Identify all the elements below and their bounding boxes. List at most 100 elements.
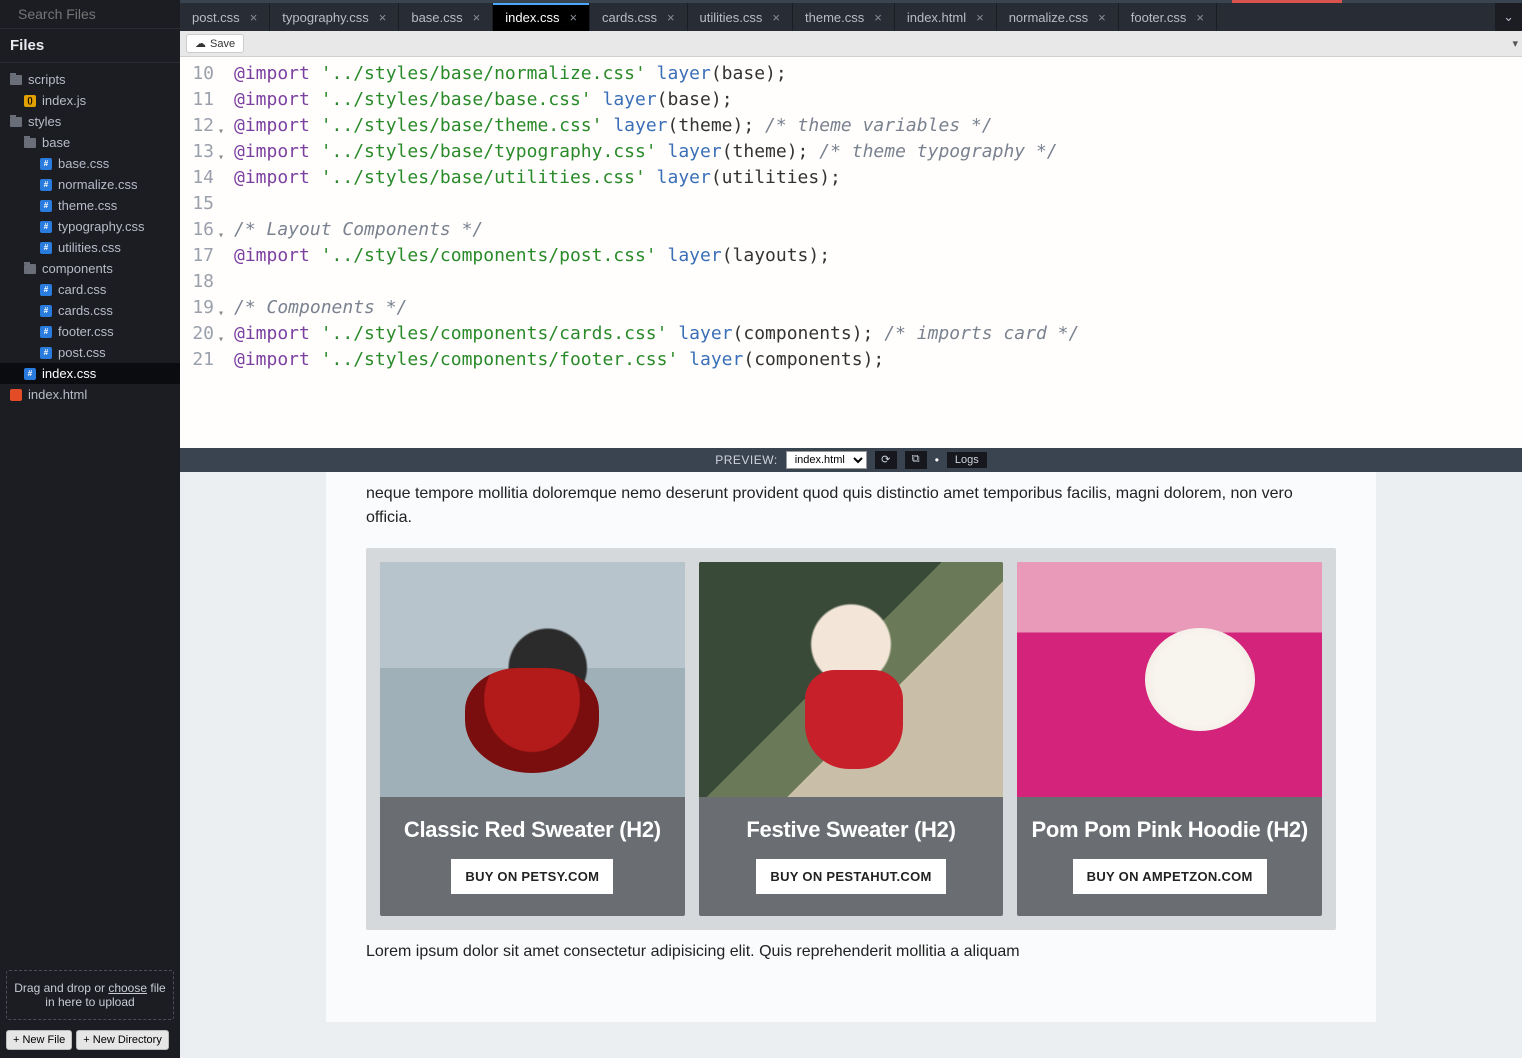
code-line[interactable]: @import '../styles/base/base.css' layer(… [234, 87, 1522, 113]
editor-tab[interactable]: post.css× [180, 3, 270, 31]
card-body: Pom Pom Pink Hoodie (H2)BUY ON AMPETZON.… [1017, 797, 1322, 916]
file-item[interactable]: #theme.css [0, 195, 180, 216]
cloud-icon: ☁ [195, 37, 206, 50]
card-body: Festive Sweater (H2)BUY ON PESTAHUT.COM [699, 797, 1004, 916]
toolbar-dropdown-icon[interactable]: ▾ [1512, 37, 1518, 50]
open-external-button[interactable]: ⧉ [905, 451, 927, 469]
file-item[interactable]: #cards.css [0, 300, 180, 321]
preview-file-select[interactable]: index.html [786, 451, 867, 469]
editor-tab[interactable]: index.html× [895, 3, 997, 31]
choose-file-link[interactable]: choose [108, 981, 147, 995]
close-icon[interactable]: × [473, 10, 481, 25]
folder-icon [10, 75, 22, 85]
tree-item-label: theme.css [58, 198, 117, 213]
editor-tab[interactable]: typography.css× [270, 3, 399, 31]
editor-tab[interactable]: normalize.css× [997, 3, 1119, 31]
tree-item-label: typography.css [58, 219, 144, 234]
code-line[interactable]: @import '../styles/base/theme.css' layer… [234, 113, 1522, 139]
buy-button[interactable]: BUY ON PETSY.COM [451, 859, 613, 894]
new-directory-button[interactable]: + New Directory [76, 1030, 169, 1050]
folder-item[interactable]: components [0, 258, 180, 279]
file-type-icon: # [40, 326, 52, 338]
code-line[interactable]: @import '../styles/components/cards.css'… [234, 321, 1522, 347]
line-number: 17 [180, 243, 214, 269]
card-title: Classic Red Sweater (H2) [390, 817, 675, 843]
tabs-overflow-icon[interactable]: ⌄ [1495, 3, 1522, 31]
search-input[interactable] [18, 6, 199, 22]
editor-tab[interactable]: cards.css × [590, 3, 688, 31]
line-number: 19 [180, 295, 214, 321]
file-item[interactable]: #index.css [0, 363, 180, 384]
preview-bar: PREVIEW: index.html ⟳ ⧉ • Logs [180, 448, 1522, 472]
code-editor[interactable]: 101112131415161718192021 @import '../sty… [180, 57, 1522, 448]
new-file-button[interactable]: + New File [6, 1030, 72, 1050]
product-card: Pom Pom Pink Hoodie (H2)BUY ON AMPETZON.… [1017, 562, 1322, 916]
preview-pane[interactable]: neque tempore mollitia doloremque nemo d… [180, 472, 1522, 1058]
close-icon[interactable]: × [1196, 10, 1204, 25]
line-number: 20 [180, 321, 214, 347]
line-number: 12 [180, 113, 214, 139]
search-bar [0, 0, 180, 29]
close-icon[interactable]: × [250, 10, 258, 25]
editor-tab[interactable]: footer.css × [1119, 3, 1217, 31]
file-type-icon: # [40, 242, 52, 254]
editor-tab[interactable]: base.css × [399, 3, 493, 31]
code-line[interactable]: @import '../styles/base/normalize.css' l… [234, 61, 1522, 87]
close-icon[interactable]: × [379, 10, 387, 25]
buy-button[interactable]: BUY ON AMPETZON.COM [1073, 859, 1267, 894]
tab-label: cards.css [602, 10, 657, 25]
preview-content: neque tempore mollitia doloremque nemo d… [326, 472, 1376, 1022]
tree-item-label: card.css [58, 282, 106, 297]
preview-paragraph-top: neque tempore mollitia doloremque nemo d… [366, 472, 1336, 548]
tree-item-label: base.css [58, 156, 109, 171]
close-icon[interactable]: × [569, 10, 577, 25]
code-line[interactable]: @import '../styles/components/post.css' … [234, 243, 1522, 269]
sidebar-bottom-buttons: + New File + New Directory [0, 1026, 180, 1058]
tab-label: utilities.css [700, 10, 763, 25]
folder-item[interactable]: scripts [0, 69, 180, 90]
file-item[interactable]: #utilities.css [0, 237, 180, 258]
dropzone[interactable]: Drag and drop or choose file in here to … [6, 970, 174, 1020]
file-item[interactable]: #post.css [0, 342, 180, 363]
tree-item-label: index.html [28, 387, 87, 402]
save-button[interactable]: ☁ Save [186, 34, 244, 53]
code-content[interactable]: @import '../styles/base/normalize.css' l… [220, 57, 1522, 448]
close-icon[interactable]: × [874, 10, 882, 25]
file-item[interactable]: #footer.css [0, 321, 180, 342]
code-line[interactable] [234, 269, 1522, 295]
file-tree: scripts()index.jsstyles base # base.css #nor… [0, 63, 180, 964]
code-line[interactable]: @import '../styles/components/footer.css… [234, 347, 1522, 373]
tree-item-label: base [42, 135, 70, 150]
code-line[interactable]: @import '../styles/base/utilities.css' l… [234, 165, 1522, 191]
cards-container: Classic Red Sweater (H2) BUY ON PETSY.COM… [366, 548, 1336, 930]
close-icon[interactable]: × [667, 10, 675, 25]
editor-tab[interactable]: index.css× [493, 3, 590, 31]
editor-tab[interactable]: utilities.css × [688, 3, 793, 31]
tab-label: base.css [411, 10, 462, 25]
tab-label: footer.css [1131, 10, 1187, 25]
close-icon[interactable]: × [1098, 10, 1106, 25]
code-line[interactable]: @import '../styles/base/typography.css' … [234, 139, 1522, 165]
folder-item[interactable]: base [0, 132, 180, 153]
refresh-button[interactable]: ⟳ [875, 451, 897, 469]
close-icon[interactable]: × [976, 10, 984, 25]
code-line[interactable] [234, 191, 1522, 217]
line-number: 16 [180, 217, 214, 243]
file-item[interactable]: # typography.css [0, 216, 180, 237]
folder-item[interactable]: styles [0, 111, 180, 132]
editor-tab[interactable]: theme.css× [793, 3, 895, 31]
code-line[interactable]: /* Layout Components */ [234, 217, 1522, 243]
file-item[interactable]: index.html [0, 384, 180, 405]
file-type-icon: # [40, 221, 52, 233]
logs-button[interactable]: Logs [947, 452, 987, 468]
file-item[interactable]: # base.css [0, 153, 180, 174]
code-line[interactable]: /* Components */ [234, 295, 1522, 321]
file-item[interactable]: #card.css [0, 279, 180, 300]
folder-icon [24, 138, 36, 148]
product-card: Festive Sweater (H2)BUY ON PESTAHUT.COM [699, 562, 1004, 916]
file-item[interactable]: ()index.js [0, 90, 180, 111]
buy-button[interactable]: BUY ON PESTAHUT.COM [756, 859, 945, 894]
close-icon[interactable]: × [772, 10, 780, 25]
file-item[interactable]: #normalize.css [0, 174, 180, 195]
file-type-icon: # [40, 158, 52, 170]
